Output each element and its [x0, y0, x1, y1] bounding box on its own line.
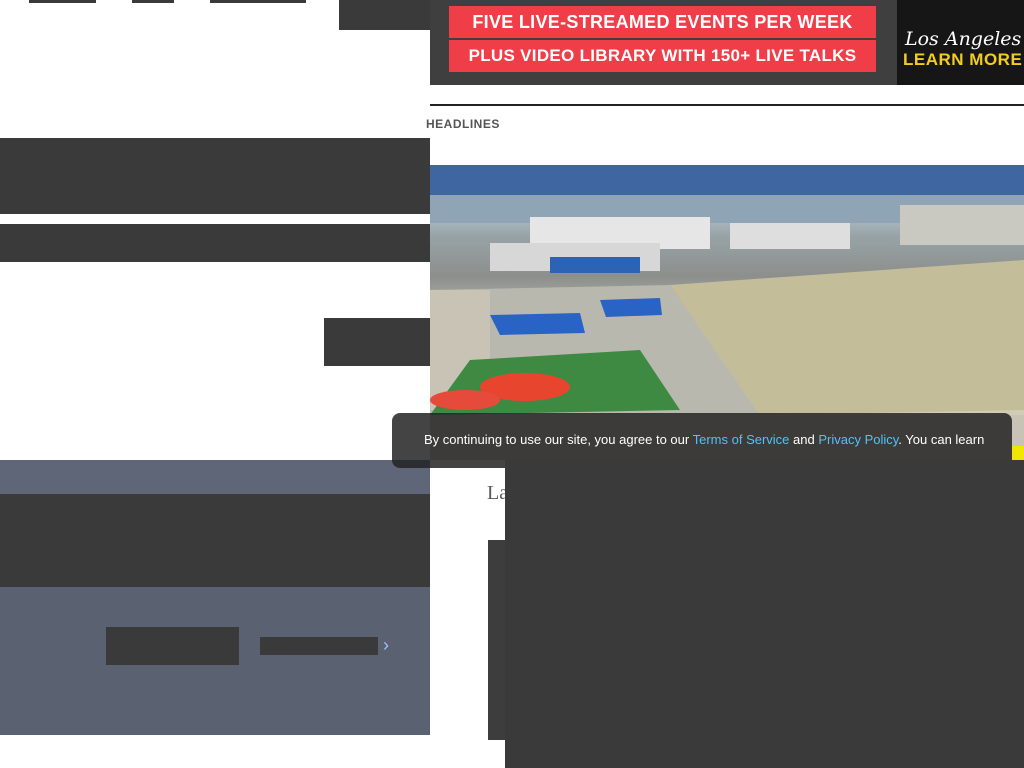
cookie-suffix: . You can learn — [898, 432, 985, 447]
left-panel-link[interactable] — [260, 637, 378, 655]
left-panel: › — [0, 460, 430, 735]
top-nav-item[interactable] — [29, 0, 96, 3]
nav-block[interactable] — [339, 0, 430, 30]
top-nav-item[interactable] — [132, 0, 174, 3]
section-divider — [430, 104, 1024, 106]
article-thumbnail[interactable] — [488, 540, 505, 740]
cookie-and: and — [789, 432, 819, 447]
ad-cta-button[interactable]: LEARN MORE — [903, 50, 1022, 70]
ad-brand-panel: Los Angeles Times LEARN MORE — [897, 0, 1024, 85]
ad-headline: FIVE LIVE-STREAMED EVENTS PER WEEK — [449, 6, 876, 38]
left-panel-band — [0, 494, 430, 587]
top-nav-item[interactable] — [210, 0, 306, 3]
left-panel-button[interactable] — [106, 627, 239, 665]
cookie-prefix: By continuing to use our site, you agree… — [424, 432, 693, 447]
privacy-link[interactable]: Privacy Policy — [818, 432, 898, 447]
cookie-text: By continuing to use our site, you agree… — [424, 432, 984, 447]
left-button-block[interactable] — [324, 318, 430, 366]
chevron-right-icon[interactable]: › — [383, 636, 397, 654]
section-label[interactable]: HEADLINES — [426, 117, 500, 131]
ad-subheadline: PLUS VIDEO LIBRARY WITH 150+ LIVE TALKS — [449, 40, 876, 72]
promo-tab[interactable] — [1012, 446, 1024, 460]
masked-content-block — [505, 460, 1024, 768]
left-content-bar — [0, 224, 430, 262]
ad-banner[interactable]: FIVE LIVE-STREAMED EVENTS PER WEEK PLUS … — [430, 0, 1024, 85]
terms-link[interactable]: Terms of Service — [693, 432, 790, 447]
left-content-block — [0, 138, 430, 214]
ad-brand-logo: Los Angeles Times — [905, 28, 1024, 50]
left-panel-header — [0, 460, 430, 494]
